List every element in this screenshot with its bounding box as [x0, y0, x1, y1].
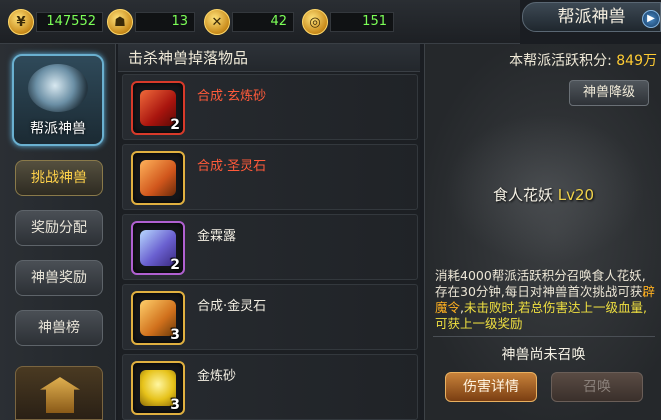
- summon-status: 神兽尚未召唤: [501, 347, 586, 363]
- item-count: 2: [170, 257, 180, 273]
- item-count: 3: [170, 397, 180, 413]
- scroll-icon: [140, 160, 176, 196]
- list-item[interactable]: 合成·圣灵石: [122, 144, 418, 210]
- damage-details-button[interactable]: 伤害详情: [445, 372, 537, 402]
- sidebar-item-label: 帮派神兽: [30, 121, 86, 137]
- beast-level: Lv20: [557, 186, 595, 204]
- beast-name: 食人花妖: [492, 186, 553, 204]
- currency-bar: ¥ 147552 ☗ 13 ✕ 42 ◎ 151: [0, 0, 520, 44]
- item-slot: 3: [131, 291, 185, 345]
- medal-currency: ◎ 151: [302, 9, 394, 35]
- temple-icon: [40, 377, 80, 413]
- item-count: 3: [170, 327, 180, 343]
- medal-amount: 151: [330, 12, 394, 32]
- list-item[interactable]: 3 金炼砂: [122, 354, 418, 420]
- crossed-swords-icon: ✕: [204, 9, 230, 35]
- desc-highlight-rule: 未击败时,若总伤害达上一级血量,可获上一级奖励: [435, 300, 647, 331]
- summon-button[interactable]: 召唤: [551, 372, 643, 402]
- list-item[interactable]: 2 金霖露: [122, 214, 418, 280]
- sidebar: 帮派神兽 挑战神兽 奖励分配 神兽奖励 神兽榜: [0, 44, 116, 420]
- list-item[interactable]: 3 合成·金灵石: [122, 284, 418, 350]
- reward-distribution-button[interactable]: 奖励分配: [15, 210, 103, 246]
- item-slot: [131, 151, 185, 205]
- beast-head-icon: ☗: [107, 9, 133, 35]
- item-name: 金炼砂: [197, 369, 237, 384]
- item-name: 合成·玄炼砂: [197, 89, 267, 104]
- beast-ranking-button[interactable]: 神兽榜: [15, 310, 103, 346]
- page-title: 帮派神兽: [522, 2, 661, 32]
- item-name: 合成·圣灵石: [197, 159, 267, 174]
- beast-description: 消耗4000帮派活跃积分召唤食人花妖,存在30分钟,每日对神兽首次挑战可获辟魔令…: [435, 268, 657, 332]
- desc-text-1: 消耗4000帮派活跃积分召唤食人花妖,存在30分钟,每日对神兽首次挑战可获: [435, 268, 646, 299]
- list-item[interactable]: 2 合成·玄炼砂: [122, 74, 418, 140]
- drop-list-panel: 击杀神兽掉落物品 2 合成·玄炼砂 合成·圣灵石 2 金霖露 3 合成·金灵石 …: [118, 44, 420, 420]
- beast-rewards-button[interactable]: 神兽奖励: [15, 260, 103, 296]
- item-slot: 2: [131, 221, 185, 275]
- gold-coin-icon: ¥: [8, 9, 34, 35]
- activity-value: 849万: [616, 53, 657, 69]
- medal-icon: ◎: [302, 9, 328, 35]
- activity-label: 本帮派活跃积分:: [509, 53, 612, 69]
- drop-list-title: 击杀神兽掉落物品: [118, 44, 420, 72]
- play-arrow-icon: ▶: [647, 13, 655, 24]
- challenge-beast-button[interactable]: 挑战神兽: [15, 160, 103, 196]
- beast-downgrade-button[interactable]: 神兽降级: [569, 80, 649, 106]
- beast-token-amount: 13: [135, 12, 195, 32]
- beast-title: 食人花妖 Lv20: [425, 184, 661, 205]
- guild-activity-score: 本帮派活跃积分: 849万: [425, 50, 657, 70]
- beast-info-panel: 本帮派活跃积分: 849万 神兽降级 食人花妖 Lv20 消耗4000帮派活跃积…: [424, 44, 661, 420]
- item-name: 合成·金灵石: [197, 299, 267, 314]
- sidebar-item-guild-beast[interactable]: 帮派神兽: [12, 54, 104, 146]
- item-slot: 3: [131, 361, 185, 415]
- battle-token-amount: 42: [232, 12, 294, 32]
- gold-currency: ¥ 147552: [8, 9, 103, 35]
- item-count: 2: [170, 117, 180, 133]
- gold-amount: 147552: [36, 12, 103, 32]
- beast-portrait-icon: [28, 64, 88, 112]
- item-name: 金霖露: [197, 229, 237, 244]
- temple-tab[interactable]: [15, 366, 103, 420]
- close-button[interactable]: ▶: [642, 10, 660, 28]
- divider: [433, 336, 655, 337]
- item-slot: 2: [131, 81, 185, 135]
- beast-token-currency: ☗ 13: [107, 9, 195, 35]
- battle-token-currency: ✕ 42: [204, 9, 294, 35]
